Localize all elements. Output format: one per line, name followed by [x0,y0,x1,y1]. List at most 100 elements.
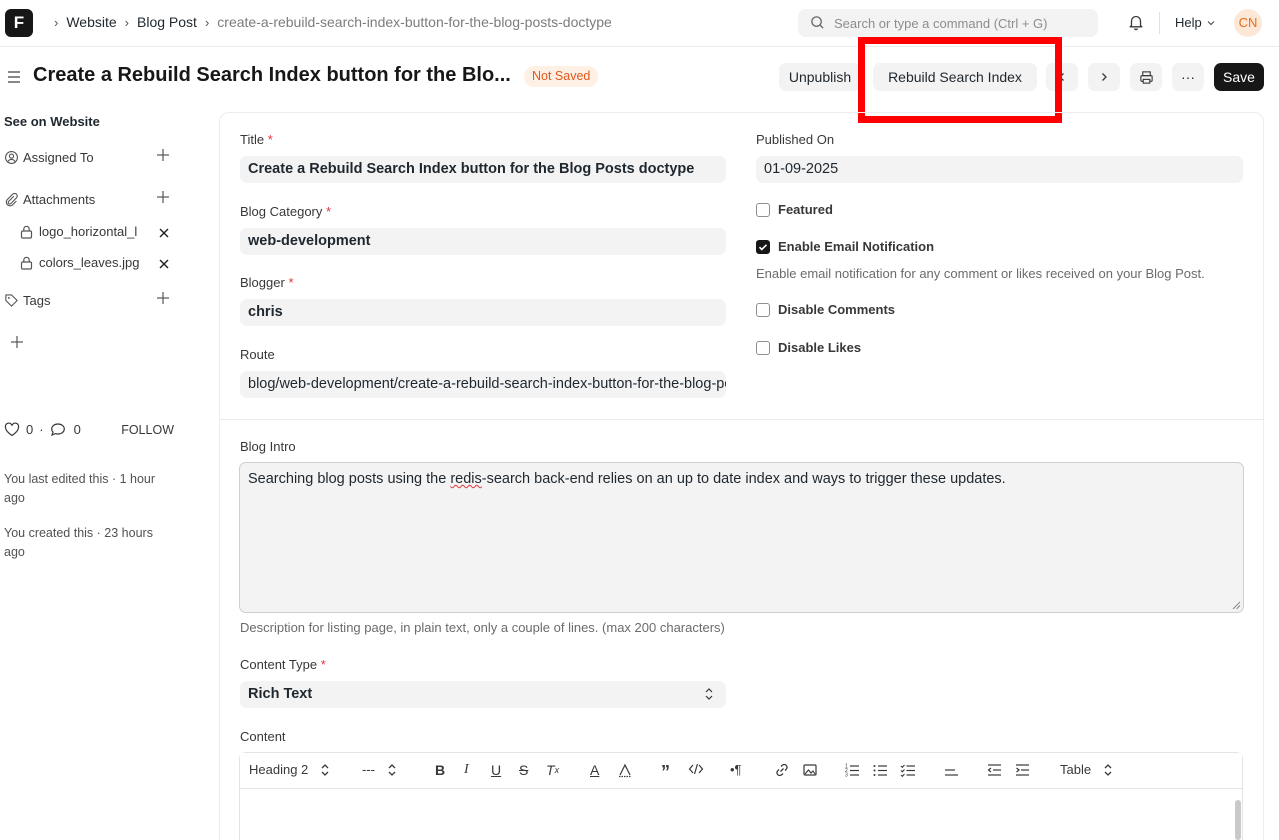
outdent-icon[interactable] [986,762,1002,778]
search-placeholder: Search or type a command (Ctrl + G) [834,16,1048,31]
bullet-list-icon[interactable] [872,762,888,778]
remove-attachment-icon[interactable] [158,227,170,239]
tags-label: Tags [23,292,51,308]
resize-handle-icon[interactable] [1231,600,1241,610]
svg-text:3: 3 [845,773,848,779]
featured-row[interactable]: Featured [756,202,833,217]
disable-comments-checkbox[interactable] [756,302,770,317]
add-assignee-icon[interactable] [156,148,170,162]
comments-count: 0 [73,422,81,437]
avatar[interactable]: CN [1234,9,1262,37]
bold-icon[interactable]: B [435,762,445,778]
breadcrumb-current[interactable]: create-a-rebuild-search-index-button-for… [217,14,612,30]
search-icon [811,16,824,29]
underline-icon[interactable]: U [491,762,501,778]
chevron-down-icon [1207,20,1215,25]
follow-button[interactable]: FOLLOW [121,423,174,437]
add-tag-icon[interactable] [156,291,170,305]
tags-row[interactable]: Tags [4,290,174,310]
breadcrumb-website[interactable]: Website [66,14,116,30]
select-arrows-icon [705,688,713,700]
title-field[interactable]: Create a Rebuild Search Index button for… [240,156,726,183]
user-icon [5,150,18,164]
select-arrows-icon [388,763,396,776]
add-attachment-icon[interactable] [156,190,170,204]
disable-likes-row[interactable]: Disable Likes [756,340,861,355]
unpublish-button[interactable]: Unpublish [779,63,861,91]
lock-icon [20,256,33,270]
blog-intro-textarea[interactable]: Searching blog posts using the redis-sea… [239,462,1244,613]
background-color-icon[interactable] [617,762,633,778]
section-divider [220,419,1263,420]
select-arrows-icon [1104,763,1112,776]
table-select-label: Table [1060,762,1092,777]
see-on-website-link[interactable]: See on Website [4,114,100,129]
blog-intro-label: Blog Intro [240,439,296,454]
email-notification-help: Enable email notification for any commen… [756,266,1205,281]
blog-category-label: Blog Category * [240,204,332,219]
route-field[interactable]: blog/web-development/create-a-rebuild-se… [240,371,726,398]
tag-icon [5,293,18,307]
breadcrumb-blog-post[interactable]: Blog Post [137,14,197,30]
attachments-label: Attachments [23,191,96,207]
ordered-list-icon[interactable]: 123 [844,762,860,778]
size-select[interactable]: --- [362,762,397,777]
chevron-right-icon: › [124,14,130,30]
search-input[interactable]: Search or type a command (Ctrl + G) [798,9,1098,37]
attachment-name[interactable]: colors_leaves.jpg [39,255,147,270]
remove-attachment-icon[interactable] [158,258,170,270]
comment-icon[interactable] [50,422,66,437]
blog-category-field[interactable]: web-development [240,228,726,255]
add-icon[interactable] [10,335,24,349]
bell-icon[interactable] [1127,13,1145,31]
attachment-name[interactable]: logo_horizontal_l [39,224,147,239]
code-icon[interactable] [688,762,704,776]
likes-count: 0 [26,422,34,437]
attachment-item[interactable]: logo_horizontal_l [20,224,170,239]
attachments-row[interactable]: Attachments [4,189,174,209]
more-actions-button[interactable]: ··· [1172,63,1204,91]
table-select[interactable]: Table [1060,762,1113,777]
link-icon[interactable] [774,762,790,778]
content-label: Content [240,729,286,744]
editor-scrollbar[interactable] [1235,800,1241,840]
disable-likes-checkbox[interactable] [756,340,770,355]
image-icon[interactable] [802,762,818,778]
title-label: Title * [240,132,273,147]
app-logo[interactable]: F [5,9,33,37]
print-button[interactable] [1130,63,1162,91]
published-on-field[interactable]: 01-09-2025 [756,156,1243,183]
clear-format-icon[interactable]: Tx [546,762,559,778]
indent-icon[interactable] [1014,762,1030,778]
heading-select[interactable]: Heading 2 [249,762,330,777]
heart-icon[interactable] [4,422,20,437]
assigned-to-row[interactable]: Assigned To [4,147,174,167]
content-editor[interactable]: Heading 2 --- B I U S Tx A ” •¶ 123 Tabl… [239,752,1243,840]
content-type-select[interactable]: Rich Text [240,681,726,708]
email-notification-row[interactable]: Enable Email Notification [756,239,934,254]
italic-icon[interactable]: I [464,762,469,778]
align-icon[interactable] [943,762,959,778]
blockquote-icon[interactable]: ” [661,762,670,783]
annotation-highlight-box [858,37,1062,123]
save-button[interactable]: Save [1214,63,1264,91]
attachment-item[interactable]: colors_leaves.jpg [20,255,170,270]
disable-comments-label: Disable Comments [778,302,896,317]
printer-icon [1139,71,1153,84]
intro-text-part: -search back-end relies on an up to date… [481,471,1006,487]
blogger-field[interactable]: chris [240,299,726,326]
blogger-label: Blogger * [240,275,294,290]
featured-checkbox[interactable] [756,202,770,217]
strikethrough-icon[interactable]: S [519,762,528,778]
disable-comments-row[interactable]: Disable Comments [756,302,895,317]
route-label: Route [240,347,275,362]
editor-toolbar: Heading 2 --- B I U S Tx A ” •¶ 123 Tabl… [240,753,1242,789]
text-color-icon[interactable]: A [590,762,599,778]
direction-icon[interactable]: •¶ [730,762,742,777]
next-document-button[interactable] [1088,63,1120,91]
size-select-value: --- [362,762,375,777]
checklist-icon[interactable] [900,762,916,778]
sidebar-toggle-icon[interactable] [6,69,22,85]
email-notification-checkbox[interactable] [756,239,770,254]
help-dropdown[interactable]: Help [1175,15,1216,30]
